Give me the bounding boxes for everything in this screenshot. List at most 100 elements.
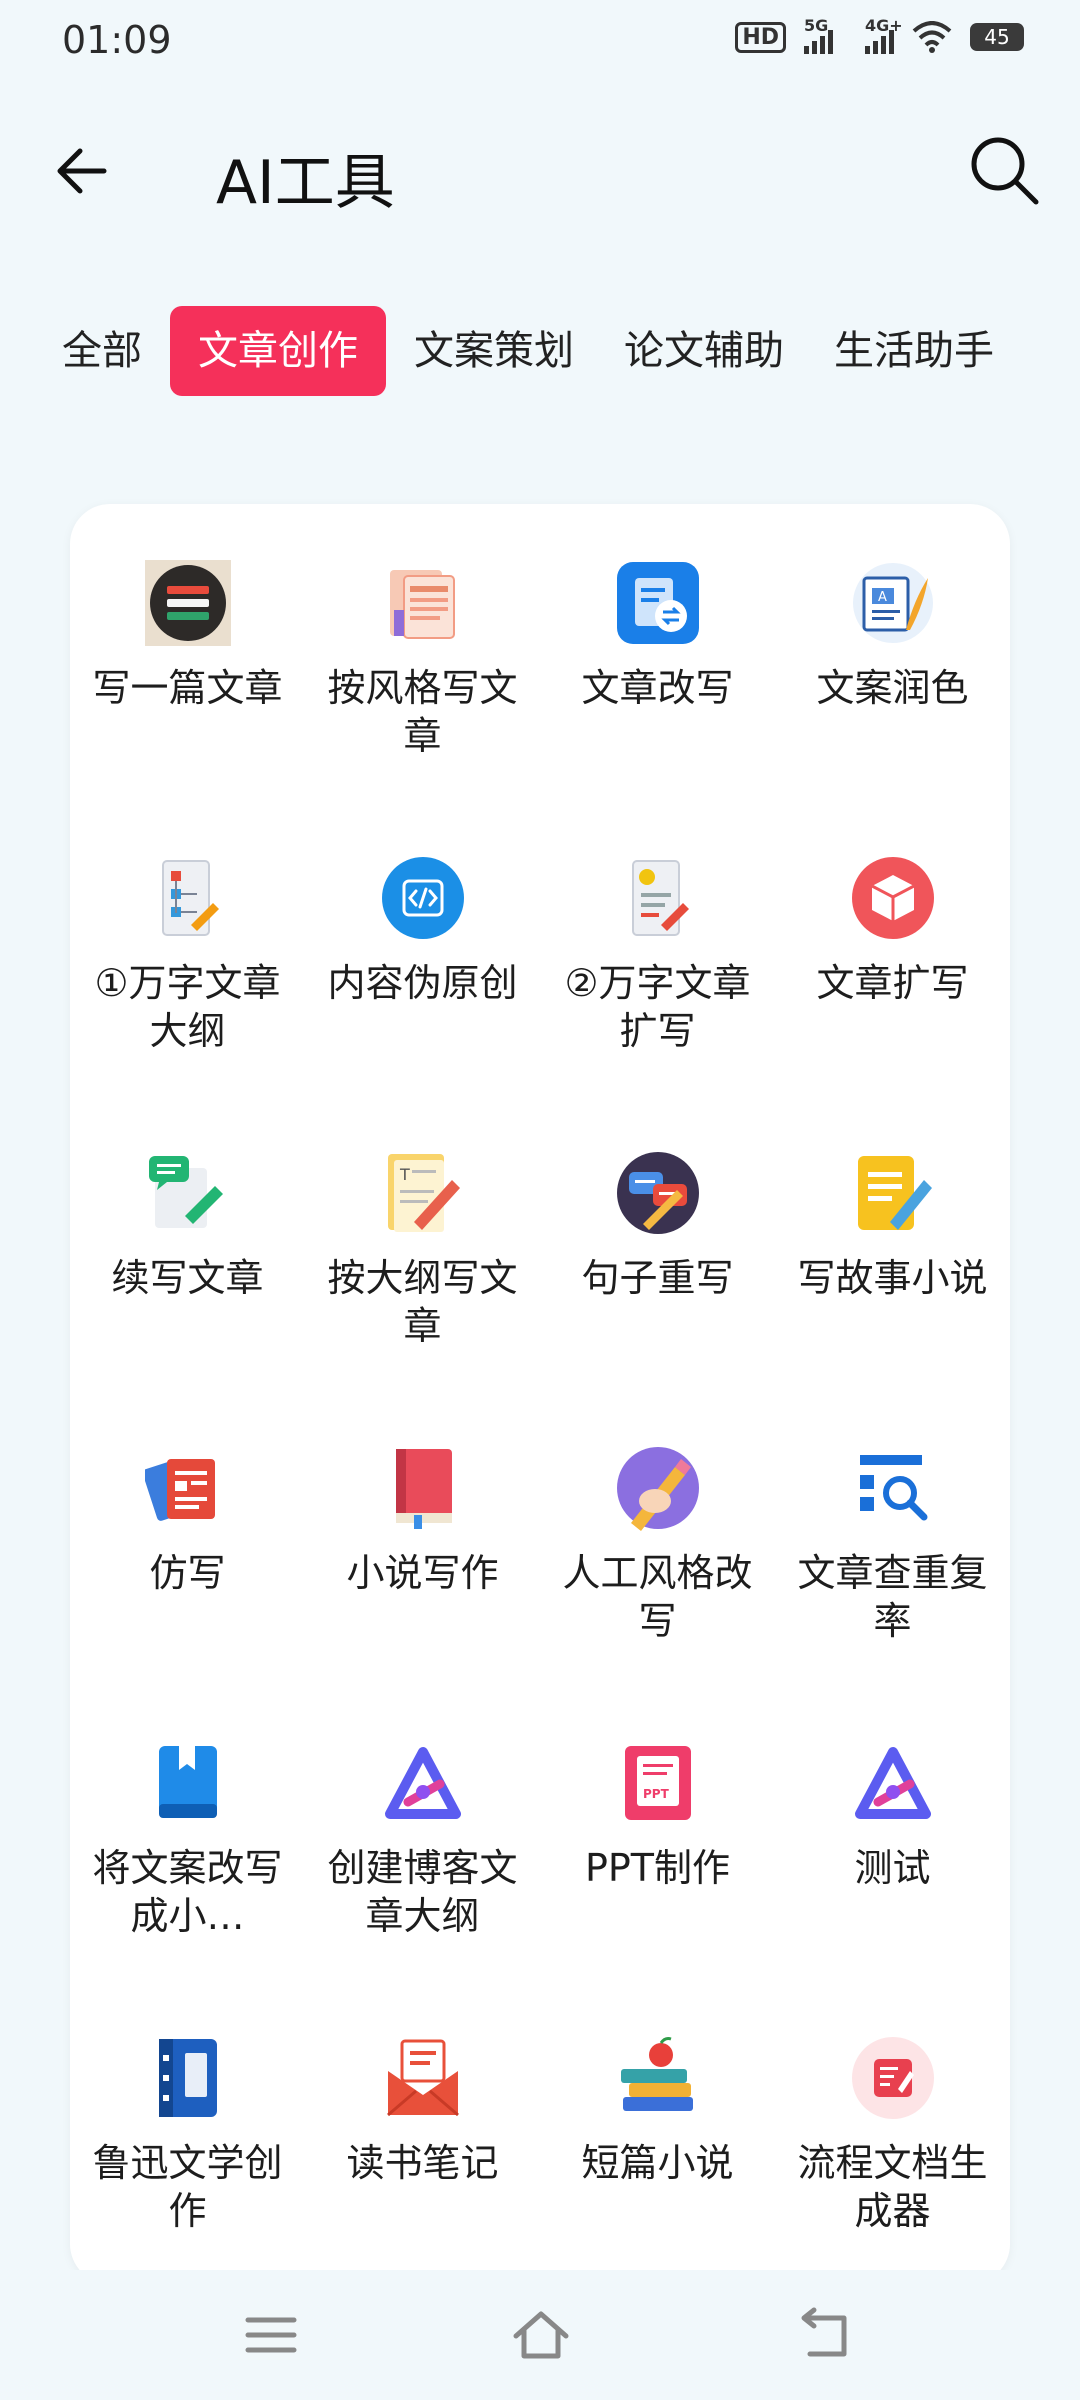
rewrite-doc-icon	[615, 560, 701, 646]
tool-item[interactable]: T 按大纲写文章	[305, 1150, 540, 1445]
page-title: AI工具	[216, 148, 395, 218]
tool-label: 文章查重复率	[797, 1551, 988, 1643]
tool-item[interactable]: 流程文档生成器	[775, 2035, 1010, 2284]
tool-item[interactable]: ①万字文章大纲	[70, 855, 305, 1150]
tool-label: 鲁迅文学创作	[92, 2141, 283, 2233]
triangle-logo-icon	[380, 1740, 466, 1826]
signal-5g-icon: 5G	[804, 16, 833, 54]
tool-item[interactable]: 短篇小说	[540, 2035, 775, 2284]
tool-item[interactable]: PPT PPT制作	[540, 1740, 775, 2035]
tool-label: 写故事小说	[797, 1256, 988, 1300]
tool-item[interactable]: 小说写作	[305, 1445, 540, 1740]
book-icon	[380, 1445, 466, 1531]
box-icon	[850, 855, 936, 941]
category-tabs: 全部 文章创作 文案策划 论文辅助 生活助手	[40, 306, 1080, 396]
tool-label: ①万字文章大纲	[94, 961, 281, 1053]
bookmark-book-icon	[145, 1740, 231, 1826]
tool-label: 测试	[854, 1846, 931, 1890]
tool-item[interactable]: 鲁迅文学创作	[70, 2035, 305, 2284]
ai-tools-page: 01:09 HD 5G 4G+ 45 AI工具 全部 文章创作 文案策划 论文辅…	[0, 0, 1080, 2400]
tool-item[interactable]: 内容伪原创	[305, 855, 540, 1150]
system-nav-bar	[0, 2270, 1080, 2400]
tab-article-writing[interactable]: 文章创作	[170, 306, 386, 396]
signal-4g-icon: 4G+	[865, 16, 903, 54]
battery-icon: 45	[970, 23, 1024, 51]
tool-label: 按风格写文章	[327, 666, 518, 758]
tool-item[interactable]: 写故事小说	[775, 1150, 1010, 1445]
notebook-icon	[145, 2035, 231, 2121]
back-arrow-icon[interactable]	[50, 136, 120, 206]
tool-item[interactable]: 文章改写	[540, 560, 775, 855]
note-pen-icon	[850, 1150, 936, 1236]
tool-label: ②万字文章扩写	[564, 961, 751, 1053]
tool-item[interactable]: 续写文章	[70, 1150, 305, 1445]
svg-text:A: A	[878, 590, 887, 605]
tool-item[interactable]: 测试	[775, 1740, 1010, 2035]
menu-icon[interactable]	[236, 2300, 306, 2370]
wifi-icon	[912, 21, 952, 53]
tool-label: PPT制作	[584, 1846, 731, 1890]
tool-label: 读书笔记	[346, 2141, 499, 2185]
home-icon[interactable]	[506, 2300, 576, 2370]
search-icon[interactable]	[964, 130, 1044, 210]
chat-bubbles-icon	[615, 1150, 701, 1236]
status-bar: 01:09 HD 5G 4G+ 45	[0, 0, 1080, 84]
chat-pen-icon	[145, 1150, 231, 1236]
status-icons: HD 5G 4G+ 45	[735, 16, 1024, 54]
books-apple-icon	[615, 2035, 701, 2121]
tool-item[interactable]: 仿写	[70, 1445, 305, 1740]
tool-label: 人工风格改写	[562, 1551, 753, 1643]
envelope-icon	[380, 2035, 466, 2121]
svg-text:T: T	[399, 1165, 410, 1184]
tool-label: 续写文章	[111, 1256, 264, 1300]
tool-item[interactable]: 按风格写文章	[305, 560, 540, 855]
style-doc-icon	[380, 560, 466, 646]
tool-label: 按大纲写文章	[327, 1256, 518, 1348]
stack-docs-icon	[144, 560, 231, 646]
tool-label: 短篇小说	[581, 2141, 734, 2185]
triangle-logo-icon	[850, 1740, 936, 1826]
tool-label: 文案润色	[816, 666, 969, 710]
tool-label: 将文案改写成小…	[92, 1846, 283, 1938]
expand-doc-icon	[615, 855, 701, 941]
hd-badge: HD	[735, 21, 786, 53]
tool-item[interactable]: 文章扩写	[775, 855, 1010, 1150]
notepad-pen-icon: T	[380, 1150, 466, 1236]
tool-item[interactable]: A 文案润色	[775, 560, 1010, 855]
tool-label: 小说写作	[346, 1551, 499, 1595]
tool-item[interactable]: 文章查重复率	[775, 1445, 1010, 1740]
tab-all[interactable]: 全部	[40, 306, 164, 396]
tool-item[interactable]: 读书笔记	[305, 2035, 540, 2284]
app-header: AI工具	[0, 118, 1080, 218]
tool-item[interactable]: 句子重写	[540, 1150, 775, 1445]
tool-label: 流程文档生成器	[797, 2141, 988, 2233]
tool-item[interactable]: 写一篇文章	[70, 560, 305, 855]
ppt-icon: PPT	[615, 1740, 701, 1826]
svg-text:PPT: PPT	[643, 1787, 670, 1801]
tab-thesis-assist[interactable]: 论文辅助	[602, 306, 806, 396]
code-icon	[380, 855, 466, 941]
tool-label: 写一篇文章	[92, 666, 283, 710]
tab-copywriting[interactable]: 文案策划	[392, 306, 596, 396]
tool-label: 句子重写	[581, 1256, 734, 1300]
outline-doc-icon	[145, 855, 231, 941]
network-5g-label: 5G	[804, 16, 829, 35]
status-time: 01:09	[62, 18, 172, 62]
form-icon	[850, 2035, 936, 2121]
tool-item[interactable]: 创建博客文章大纲	[305, 1740, 540, 2035]
tool-label: 仿写	[149, 1551, 226, 1595]
polish-doc-icon: A	[850, 560, 936, 646]
tool-label: 文章改写	[581, 666, 734, 710]
network-4g-label: 4G+	[865, 16, 903, 35]
tool-item[interactable]: ②万字文章扩写	[540, 855, 775, 1150]
tool-item[interactable]: 将文案改写成小…	[70, 1740, 305, 2035]
tools-grid: 写一篇文章 按风格写文章 文章改写 A 文案润色 ①万字文章大纲 内容伪原创 ②…	[70, 560, 1010, 2284]
back-icon[interactable]	[790, 2300, 860, 2370]
tool-label: 文章扩写	[816, 961, 969, 1005]
hand-pencil-icon	[615, 1445, 701, 1531]
tool-item[interactable]: 人工风格改写	[540, 1445, 775, 1740]
tools-card: 写一篇文章 按风格写文章 文章改写 A 文案润色 ①万字文章大纲 内容伪原创 ②…	[70, 504, 1010, 2284]
tab-life-assistant[interactable]: 生活助手	[812, 306, 1016, 396]
tool-label: 创建博客文章大纲	[327, 1846, 518, 1938]
cards-icon	[144, 1445, 231, 1531]
